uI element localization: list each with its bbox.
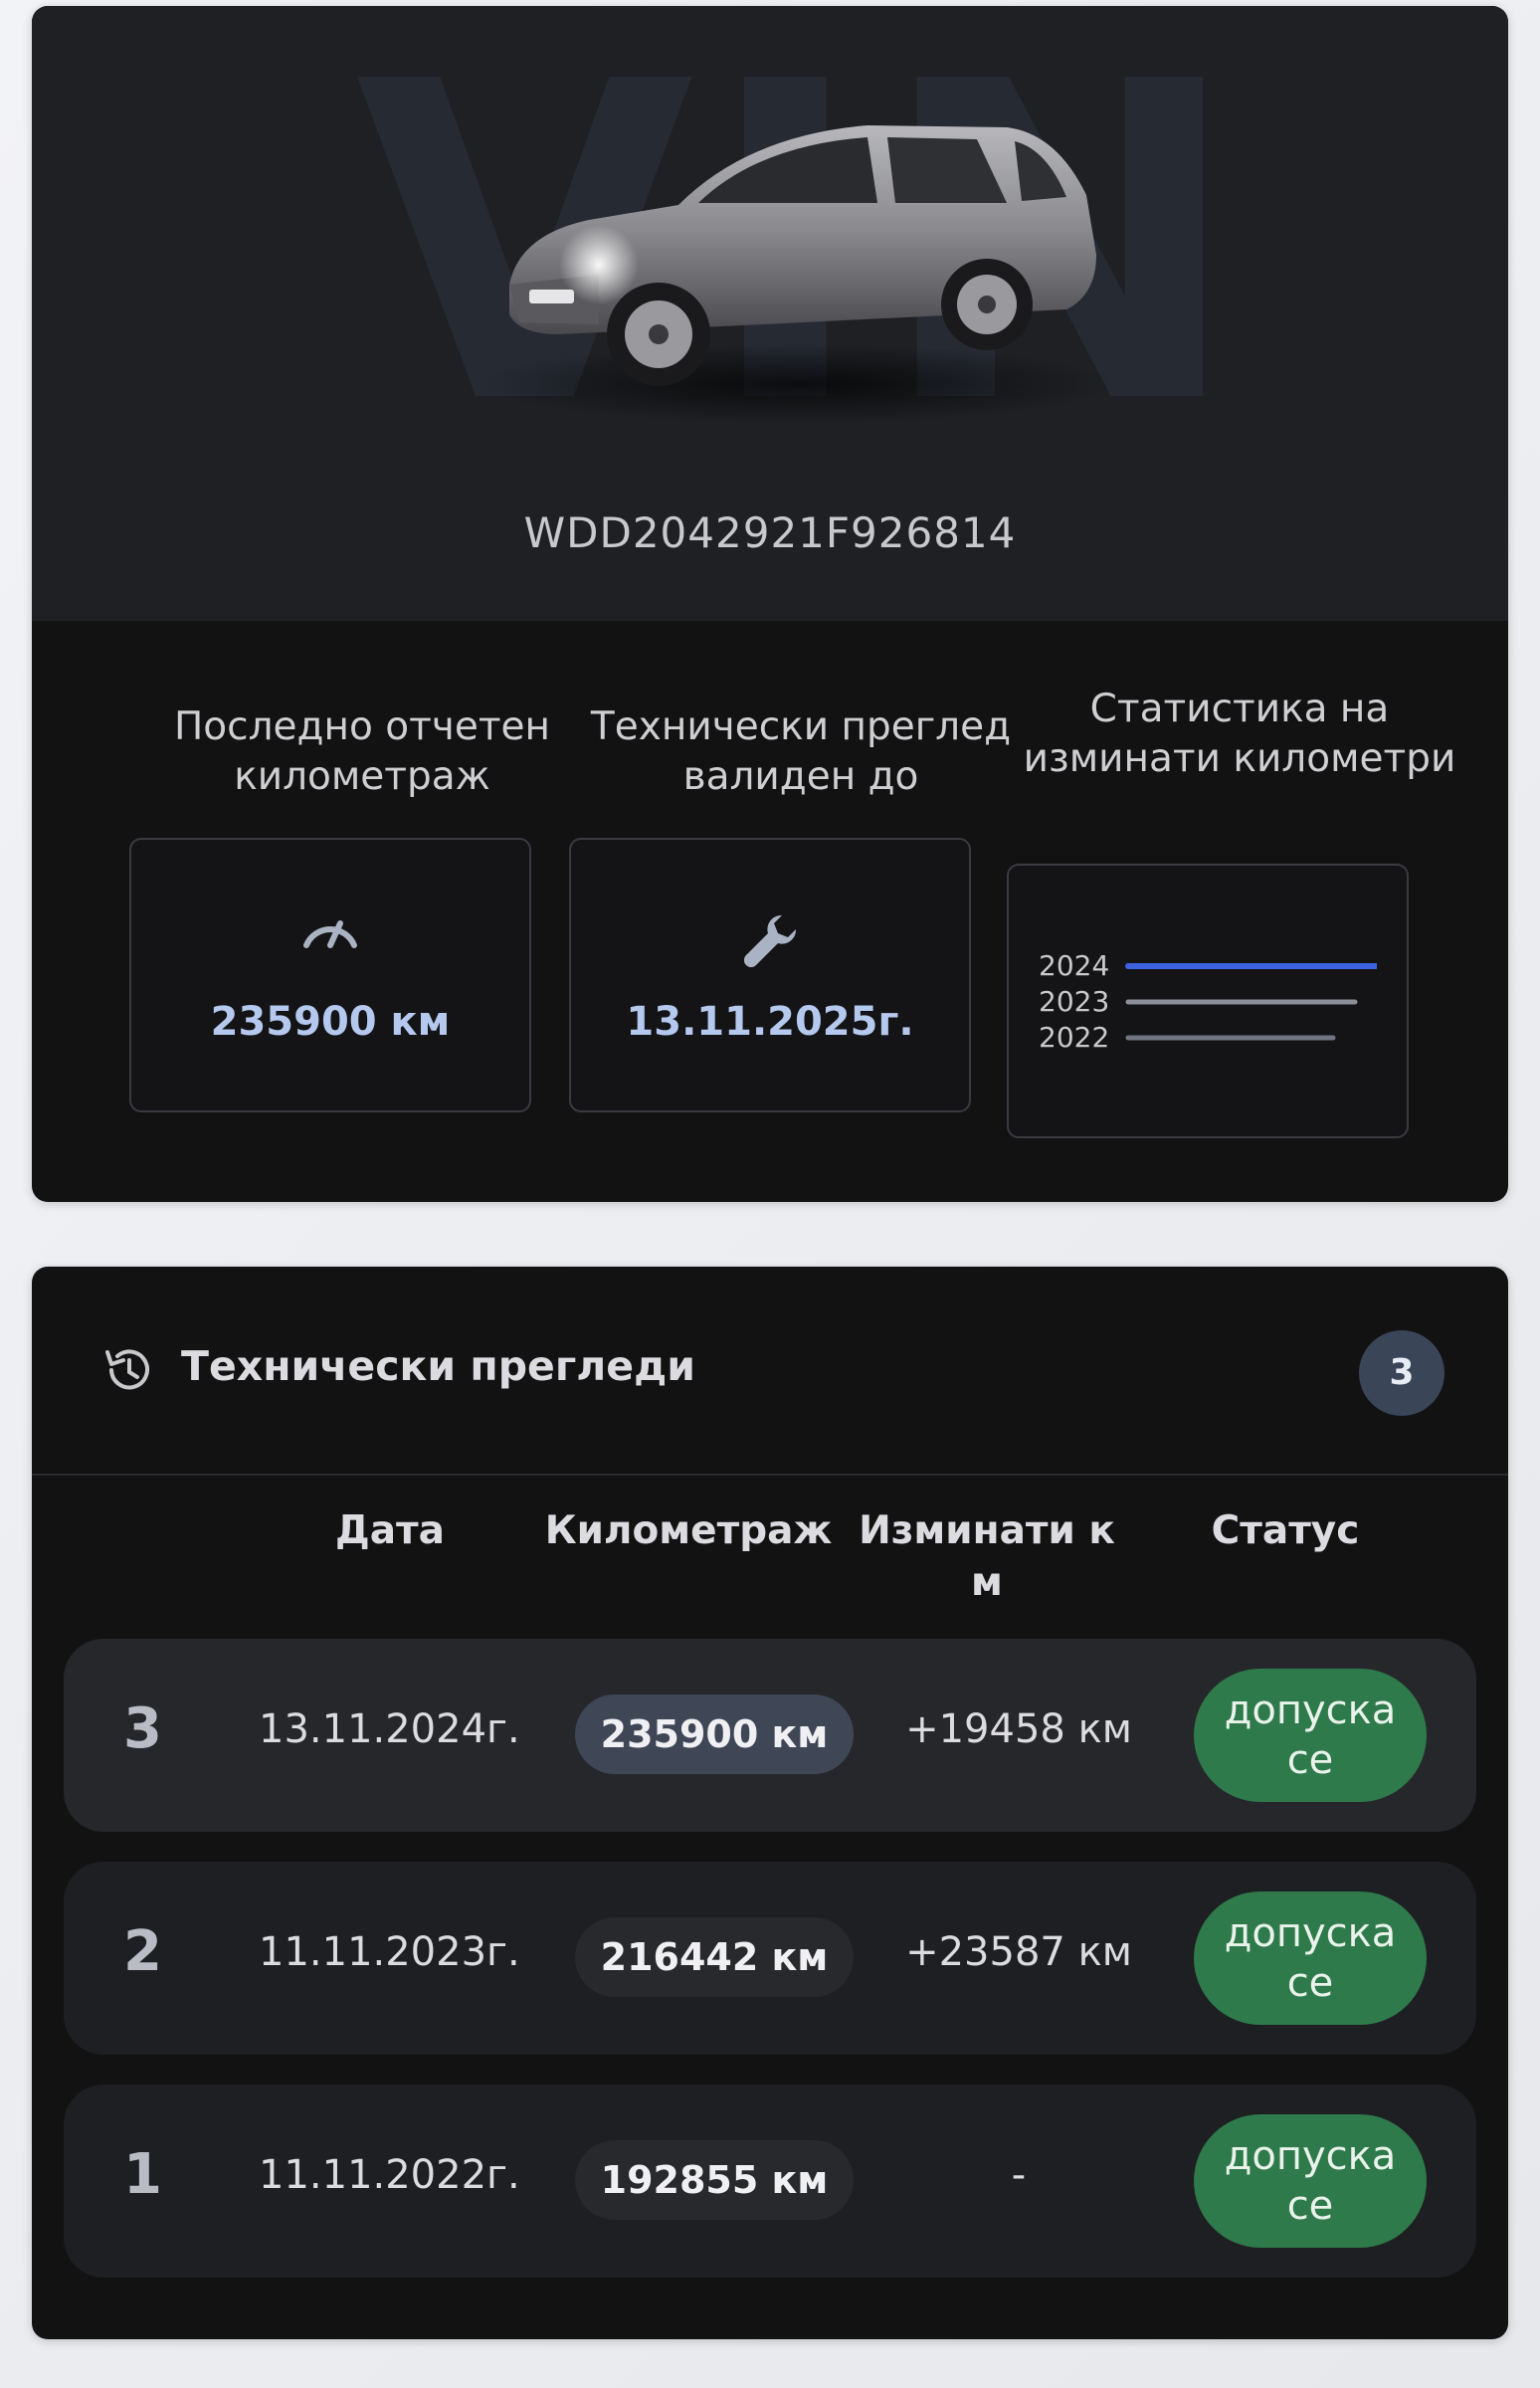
row-mileage-pill: 216442 км	[575, 1917, 854, 1997]
vehicle-hero: VIN	[32, 6, 1508, 621]
column-header-status[interactable]: Статус	[1126, 1505, 1444, 1557]
row-date: 11.11.2022г.	[259, 2152, 520, 2198]
vehicle-summary-card: VIN	[32, 6, 1508, 1202]
mini-year-label: 2023	[1039, 985, 1109, 1018]
row-driven: +19458 км	[905, 1706, 1132, 1752]
inspections-count-badge: 3	[1359, 1330, 1444, 1416]
table-row[interactable]: 1 11.11.2022г. 192855 км - допуска се	[64, 2085, 1476, 2278]
mileage-stat-label: Последно отчетен километраж	[173, 704, 551, 799]
row-mileage-pill: 235900 км	[575, 1694, 854, 1774]
column-header-date[interactable]: Дата	[231, 1505, 549, 1557]
vin-number: WDD2042921F926814	[523, 508, 1017, 557]
status-badge: допуска се	[1194, 1891, 1427, 2025]
row-driven: -	[1011, 2152, 1027, 2198]
history-icon	[101, 1344, 153, 1400]
driven-mini-chart: 2024 2023 2022	[1039, 949, 1377, 1054]
row-mileage-pill: 192855 км	[575, 2140, 854, 2220]
status-badge: допуска се	[1194, 1669, 1427, 1802]
row-date: 13.11.2024г.	[259, 1706, 520, 1752]
driven-stat-box[interactable]: 2024 2023 2022	[1007, 864, 1409, 1138]
mini-year-label: 2022	[1039, 1021, 1109, 1054]
mini-year-label: 2024	[1039, 949, 1109, 982]
inspection-stat-box: 13.11.2025г.	[569, 838, 971, 1112]
table-row[interactable]: 3 13.11.2024г. 235900 км +19458 км допус…	[64, 1639, 1476, 1832]
inspections-title: Технически прегледи	[181, 1342, 695, 1390]
mileage-value: 235900 км	[210, 999, 451, 1045]
inspections-card: Технически прегледи 3 Дата Километраж Из…	[32, 1267, 1508, 2339]
row-number: 2	[123, 1919, 162, 1984]
driven-stat-label: Статистика на изминати километри	[1023, 687, 1456, 781]
wrench-icon	[571, 909, 969, 977]
status-badge: допуска се	[1194, 2114, 1427, 2248]
row-driven: +23587 км	[905, 1929, 1132, 1975]
inspection-valid-value: 13.11.2025г.	[626, 999, 914, 1045]
row-date: 11.11.2023г.	[259, 1929, 520, 1975]
row-number: 1	[123, 2142, 162, 2207]
column-header-driven[interactable]: Изминати к м	[828, 1505, 1146, 1609]
inspection-stat-label: Технически преглед валиден до	[590, 704, 1012, 799]
inspections-header: Технически прегледи 3	[32, 1267, 1508, 1476]
car-illustration	[480, 125, 1116, 424]
row-number: 3	[123, 1696, 162, 1761]
column-header-mileage[interactable]: Километраж	[529, 1505, 848, 1557]
speedometer-icon	[131, 909, 529, 953]
mileage-stat-box: 235900 км	[129, 838, 531, 1112]
car-image	[450, 86, 1146, 464]
table-row[interactable]: 2 11.11.2023г. 216442 км +23587 км допус…	[64, 1862, 1476, 2055]
